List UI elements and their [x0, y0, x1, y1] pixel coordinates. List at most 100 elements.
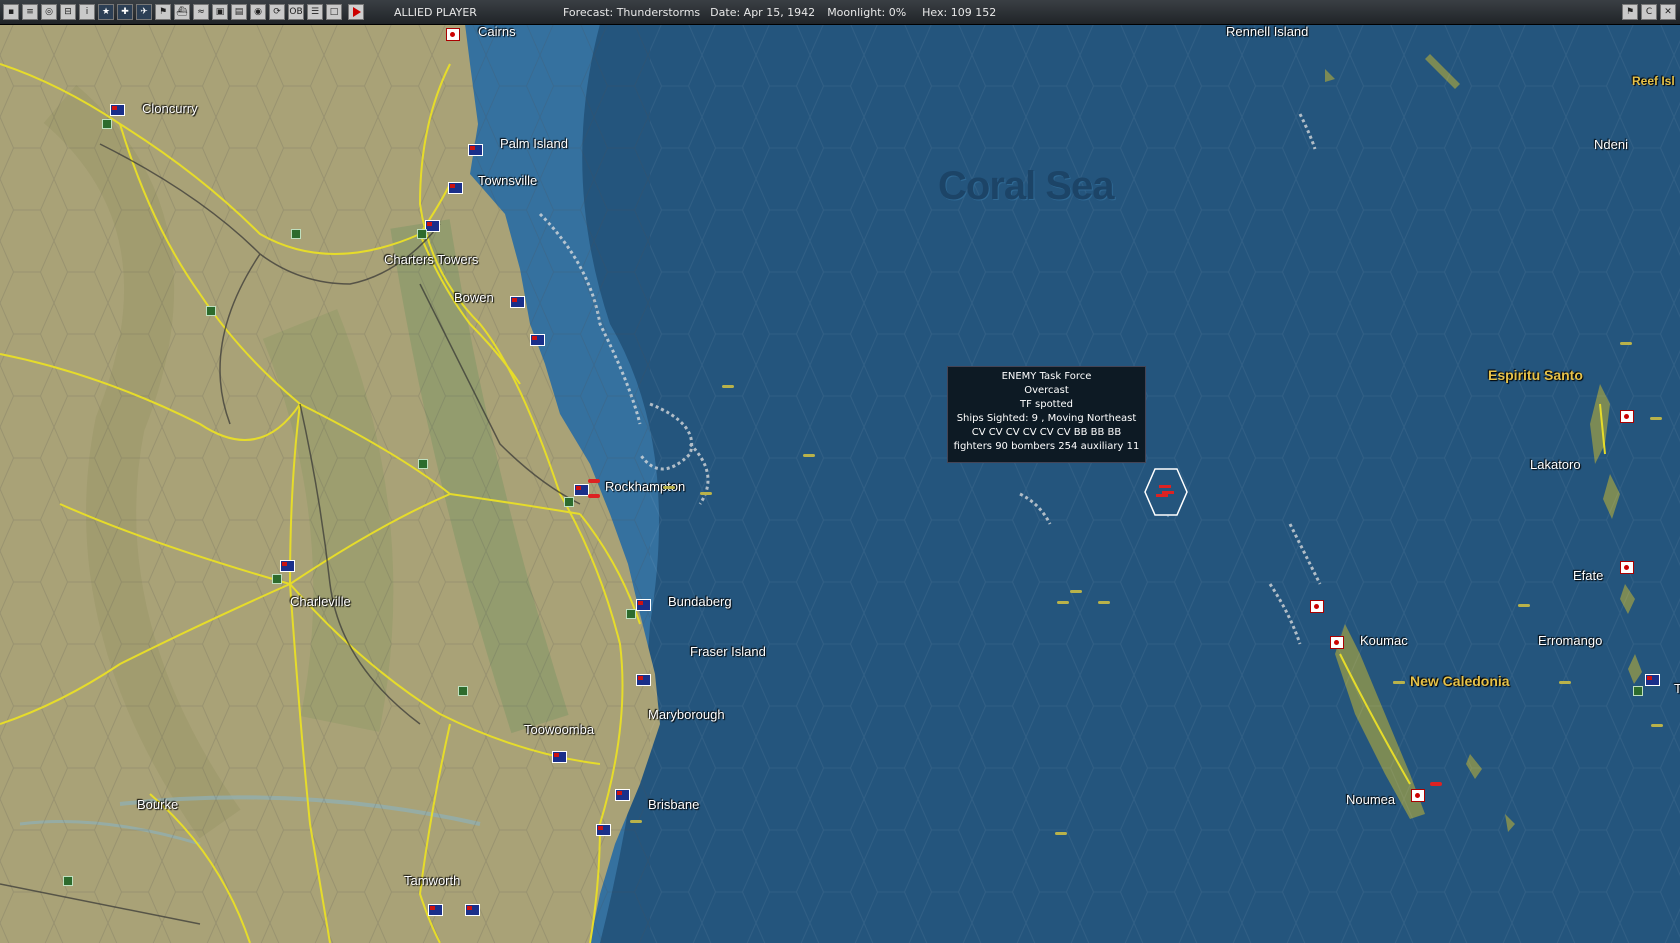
location-fraser-island[interactable]: Fraser Island: [690, 644, 766, 659]
location-townsville[interactable]: Townsville: [478, 173, 537, 188]
airfield-marker[interactable]: [63, 876, 73, 886]
base-flag-maryborough[interactable]: [636, 674, 651, 686]
convoy-icon[interactable]: ⛴: [174, 4, 190, 20]
base-flag-charters-towers[interactable]: [425, 220, 440, 232]
flag-icon[interactable]: ⚑: [155, 4, 171, 20]
location-koumac[interactable]: Koumac: [1360, 633, 1408, 648]
selected-hex[interactable]: [1144, 467, 1188, 517]
location-lakatoro[interactable]: Lakatoro: [1530, 457, 1581, 472]
base-flag-townsville[interactable]: [448, 182, 463, 194]
location-bowen[interactable]: Bowen: [454, 290, 494, 305]
location-new-caledonia[interactable]: New Caledonia: [1410, 673, 1510, 689]
location-bourke[interactable]: Bourke: [137, 797, 178, 812]
ship-marker[interactable]: [1057, 601, 1069, 604]
base-flag-southport[interactable]: [596, 824, 611, 836]
ship-marker[interactable]: [803, 454, 815, 457]
location-cloncurry[interactable]: Cloncurry: [142, 101, 198, 116]
ship-marker[interactable]: [722, 385, 734, 388]
airfield-marker[interactable]: [626, 609, 636, 619]
air-icon[interactable]: ★: [98, 4, 114, 20]
groups-icon[interactable]: ▣: [212, 4, 228, 20]
location-toowoomba[interactable]: Toowoomba: [524, 722, 594, 737]
airfield-marker[interactable]: [418, 459, 428, 469]
location-charleville[interactable]: Charleville: [290, 594, 351, 609]
location-espiritu-santo[interactable]: Espiritu Santo: [1488, 367, 1583, 383]
enemy-tf-marker[interactable]: [1430, 782, 1442, 786]
base-flag-charleville[interactable]: [280, 560, 295, 572]
list-icon[interactable]: ☰: [307, 4, 323, 20]
squadrons-icon[interactable]: ✈: [136, 4, 152, 20]
location-maryborough[interactable]: Maryborough: [648, 707, 725, 722]
base-marker-espiritu-santo[interactable]: [1620, 410, 1634, 423]
report-icon[interactable]: ≡: [22, 4, 38, 20]
location-rennell-island[interactable]: Rennell Island: [1226, 24, 1308, 39]
base-marker-koumac-north[interactable]: [1310, 600, 1324, 613]
base-marker-noumea[interactable]: [1411, 789, 1425, 802]
ship-marker[interactable]: [1098, 601, 1110, 604]
ships-icon[interactable]: ✚: [117, 4, 133, 20]
location-ndeni[interactable]: Ndeni: [1594, 137, 1628, 152]
ship-marker[interactable]: [1393, 681, 1405, 684]
location-noumea[interactable]: Noumea: [1346, 792, 1395, 807]
airfield-marker[interactable]: [206, 306, 216, 316]
airfield-marker[interactable]: [564, 497, 574, 507]
airfield-marker[interactable]: [458, 686, 468, 696]
c-window-icon[interactable]: C: [1641, 4, 1657, 20]
flag-window-icon[interactable]: ⚑: [1622, 4, 1638, 20]
airfield-marker[interactable]: [291, 229, 301, 239]
map-icon[interactable]: ▤: [231, 4, 247, 20]
location-tamworth[interactable]: Tamworth: [404, 873, 460, 888]
ship-marker[interactable]: [1070, 590, 1082, 593]
intel-icon[interactable]: ◎: [41, 4, 57, 20]
location-erromango[interactable]: Erromango: [1538, 633, 1602, 648]
save-icon[interactable]: ▪: [3, 4, 19, 20]
ob-icon[interactable]: OB: [288, 4, 304, 20]
base-flag-rockhampton[interactable]: [574, 484, 589, 496]
bases-icon[interactable]: ⊟: [60, 4, 76, 20]
airfield-marker[interactable]: [417, 229, 427, 239]
ship-marker[interactable]: [1650, 417, 1662, 420]
base-flag-tamworth[interactable]: [428, 904, 443, 916]
base-flag-cloncurry[interactable]: [110, 104, 125, 116]
location-bundaberg[interactable]: Bundaberg: [668, 594, 732, 609]
base-flag-bundaberg[interactable]: [636, 599, 651, 611]
ship-marker[interactable]: [630, 820, 642, 823]
base-marker-efate[interactable]: [1620, 561, 1634, 574]
base-flag-palm-island[interactable]: [468, 144, 483, 156]
location-brisbane[interactable]: Brisbane: [648, 797, 699, 812]
end-turn-play-button[interactable]: [348, 4, 364, 20]
game-map[interactable]: Coral Sea Cairns Cloncurry Palm Island T…: [0, 24, 1680, 943]
location-cairns[interactable]: Cairns: [478, 24, 516, 39]
ship-marker[interactable]: [700, 492, 712, 495]
enemy-tf-marker[interactable]: [588, 494, 600, 498]
ship-marker[interactable]: [1559, 681, 1571, 684]
location-charters-towers[interactable]: Charters Towers: [384, 252, 478, 267]
airfield-marker[interactable]: [1633, 686, 1643, 696]
ship-marker[interactable]: [663, 486, 675, 489]
location-t[interactable]: T: [1674, 681, 1680, 696]
pane-icon[interactable]: □: [326, 4, 342, 20]
airfield-marker[interactable]: [102, 119, 112, 129]
ship-marker[interactable]: [1055, 832, 1067, 835]
base-flag-t[interactable]: [1645, 674, 1660, 686]
close-icon[interactable]: ✕: [1660, 4, 1676, 20]
base-marker-koumac[interactable]: [1330, 636, 1344, 649]
units-icon[interactable]: ≈: [193, 4, 209, 20]
base-flag-mackay[interactable]: [530, 334, 545, 346]
location-palm-island[interactable]: Palm Island: [500, 136, 568, 151]
cycle-icon[interactable]: ⟳: [269, 4, 285, 20]
ship-marker[interactable]: [1620, 342, 1632, 345]
location-efate[interactable]: Efate: [1573, 568, 1603, 583]
ship-marker[interactable]: [1518, 604, 1530, 607]
base-flag-bowen[interactable]: [510, 296, 525, 308]
globe-icon[interactable]: ◉: [250, 4, 266, 20]
base-marker-cairns[interactable]: [446, 28, 460, 41]
airfield-marker[interactable]: [272, 574, 282, 584]
base-flag-toowoomba[interactable]: [552, 751, 567, 763]
location-reef-isl[interactable]: Reef Isl: [1632, 74, 1675, 88]
ship-marker[interactable]: [1651, 724, 1663, 727]
info-icon[interactable]: i: [79, 4, 95, 20]
base-flag-brisbane[interactable]: [615, 789, 630, 801]
enemy-tf-marker[interactable]: [588, 479, 600, 483]
base-flag-armidale[interactable]: [465, 904, 480, 916]
